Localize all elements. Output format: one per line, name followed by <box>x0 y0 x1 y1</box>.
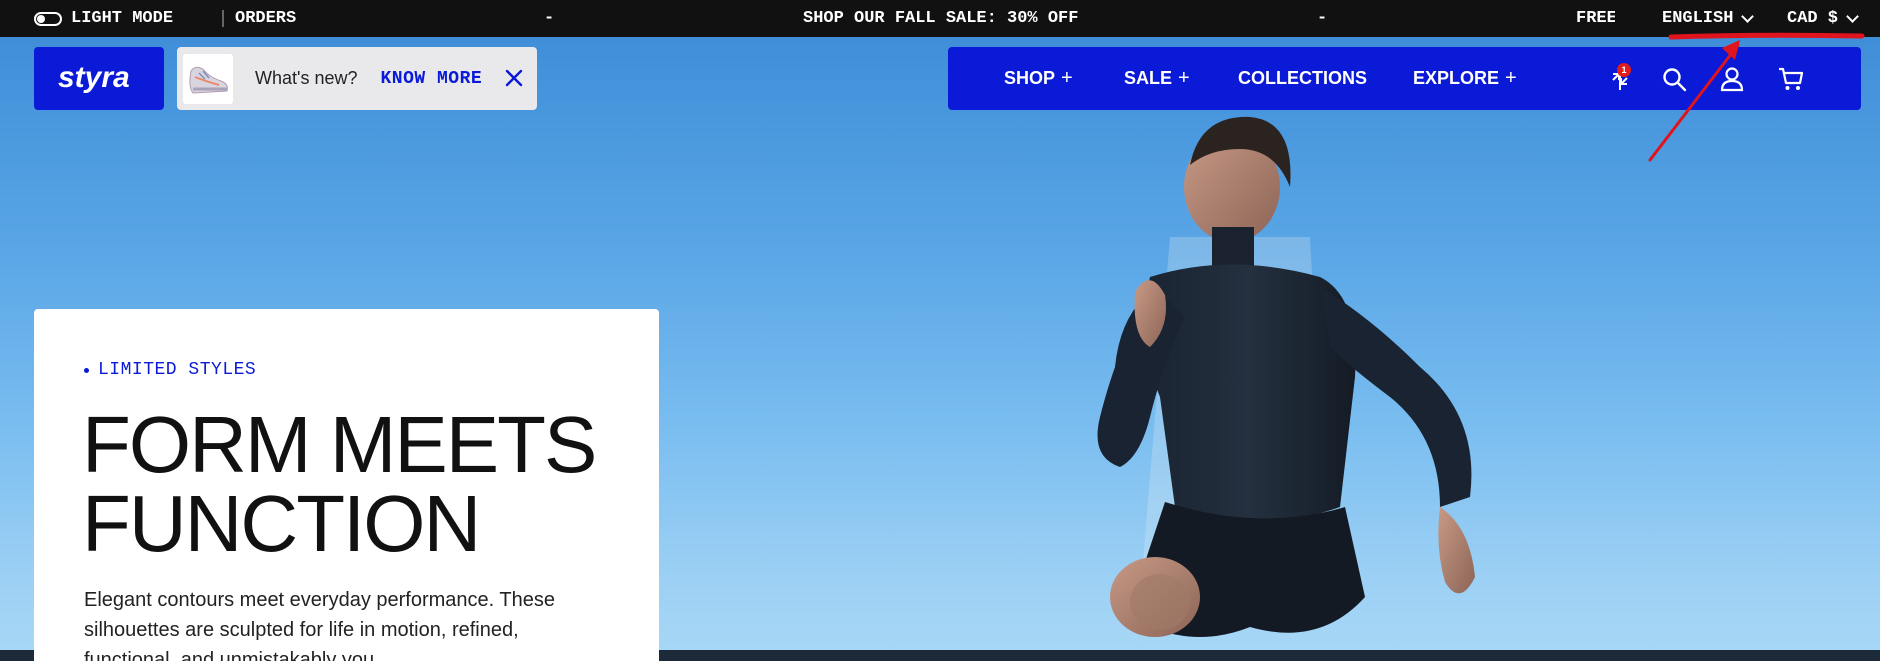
nav-item-label: COLLECTIONS <box>1238 68 1367 88</box>
chevron-down-icon <box>1846 9 1859 23</box>
ticker-separator: - <box>1317 9 1328 28</box>
orders-link[interactable]: ORDERS <box>235 0 296 37</box>
whats-new-text: What's new? <box>255 68 358 88</box>
main-navigation: SHOP + SALE + COLLECTIONS EXPLORE + <box>948 47 1861 110</box>
divider <box>222 10 224 27</box>
toggle-icon <box>34 11 62 26</box>
svg-text:styra: styra <box>58 64 130 94</box>
chevron-down-icon <box>1741 9 1755 23</box>
sneaker-thumbnail[interactable] <box>183 53 233 104</box>
currency-selector[interactable]: CAD $ <box>1787 0 1859 37</box>
language-selector[interactable]: ENGLISH <box>1662 0 1755 37</box>
ticker-separator: - <box>544 9 555 28</box>
styra-logo-icon: styra <box>58 64 130 94</box>
divider <box>1615 10 1617 27</box>
nav-item-explore[interactable]: EXPLORE + <box>1413 47 1517 110</box>
compare-count-badge: 1 <box>1617 63 1631 77</box>
sneaker-icon <box>189 66 228 94</box>
nav-item-label: EXPLORE <box>1413 68 1500 88</box>
light-mode-toggle[interactable]: LIGHT MODE <box>34 0 173 37</box>
nav-item-label: SALE <box>1124 68 1173 88</box>
nav-item-label: SHOP <box>1004 68 1056 88</box>
promo-text[interactable]: SHOP OUR FALL SALE: 30% OFF <box>803 0 1078 37</box>
search-icon[interactable] <box>1661 66 1687 92</box>
free-shipping-text: FREE <box>1576 9 1617 28</box>
eyebrow-text: LIMITED STYLES <box>98 360 257 380</box>
whats-new-banner: What's new? KNOW MORE <box>177 47 537 110</box>
hero-headline: FORM MEETS FUNCTION <box>82 405 622 564</box>
headline-line-2: FUNCTION <box>82 479 481 568</box>
headline-line-1: FORM MEETS <box>82 400 597 489</box>
orders-label: ORDERS <box>235 9 297 28</box>
close-icon[interactable] <box>503 67 525 89</box>
plus-icon: + <box>1505 67 1517 89</box>
hero-description: Elegant contours meet everyday performan… <box>84 589 555 661</box>
plus-icon: + <box>1178 67 1190 89</box>
nav-item-sale[interactable]: SALE + <box>1124 47 1190 110</box>
currency-label: CAD $ <box>1787 9 1839 28</box>
brand-logo[interactable]: styra <box>34 47 164 110</box>
account-icon[interactable] <box>1719 66 1745 92</box>
cart-icon[interactable] <box>1778 66 1804 92</box>
language-label: ENGLISH <box>1662 9 1734 28</box>
announcement-bar: LIGHT MODE ORDERS - SHOP OUR FALL SALE: … <box>0 0 1880 37</box>
plus-icon: + <box>1061 67 1073 89</box>
nav-item-collections[interactable]: COLLECTIONS <box>1238 47 1367 110</box>
light-mode-label: LIGHT MODE <box>71 9 174 28</box>
hero-content-card: LIMITED STYLES FORM MEETS FUNCTION Elega… <box>34 309 659 661</box>
hero-eyebrow: LIMITED STYLES <box>84 360 256 380</box>
bullet-dot-icon <box>84 367 89 373</box>
nav-item-shop[interactable]: SHOP + <box>1004 47 1073 110</box>
know-more-link[interactable]: KNOW MORE <box>380 69 482 89</box>
